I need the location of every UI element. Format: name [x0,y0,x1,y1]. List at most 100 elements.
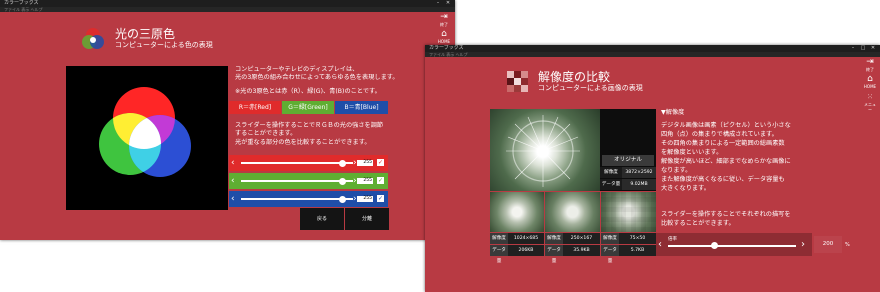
thumb1-size-value: 206KB [508,245,544,256]
left-instruction-2: することができます。 [235,130,297,137]
zoom-value-box[interactable]: 200 [814,236,842,253]
grid-menu-icon: ⁙ [867,93,873,101]
home-icon: ⌂ [441,29,447,39]
left-titlebar: カラーブックス – ✕ [0,0,455,7]
red-value[interactable]: 255 [357,160,373,166]
right-page-subtitle: コンピューターによる画像の表現 [538,84,643,92]
left-exit-label: 終了 [440,22,448,27]
red-knob[interactable] [339,159,346,167]
left-home-label: HOME [437,39,451,44]
right-window-title: カラーブックス [429,45,464,51]
body-line-6: なります。 [661,167,692,174]
minimize-icon[interactable]: – [435,0,441,7]
rgb-logo-icon [82,28,104,49]
right-exit-label: 終了 [866,67,874,72]
thumb2-res-value: 250×167 [563,233,600,244]
chip-blue: B＝青[Blue] [335,101,388,114]
right-close-icon[interactable]: ✕ [870,45,876,52]
chip-red: R＝赤[Red] [229,101,281,114]
blue-check-icon[interactable]: ✓ [377,195,384,202]
zoom-decrease-icon[interactable]: ‹ [658,233,662,256]
original-label: オリジナル [602,155,654,166]
color-mix-canvas [66,66,228,210]
thumb2-size-key: データ量 [545,245,563,264]
thumb1-res-value: 1024×685 [508,233,544,244]
thumb-75 [601,192,656,232]
red-slider[interactable]: ‹ › 255 ✓ [229,155,388,171]
right-maximize-icon[interactable]: □ [860,45,866,52]
right-instruction-1: スライダーを操作することでそれぞれの描写を [661,211,791,218]
thumb2-res-key: 解像度 [545,233,563,244]
green-decrease-icon[interactable]: ‹ [231,173,235,189]
left-home-button[interactable]: ⌂ HOME [437,29,451,45]
separate-button[interactable]: 分離 [345,208,389,230]
close-icon[interactable]: ✕ [445,0,451,7]
resolution-logo-icon [507,71,528,92]
dandelion-graphic [506,115,580,187]
zoom-increase-icon[interactable]: › [801,233,805,256]
thumb-1024 [490,192,544,232]
right-exit-button[interactable]: ⇥ 終了 [863,57,877,73]
body-line-8: 大きくなります。 [661,185,710,192]
zoom-value: 200 [822,241,834,247]
green-slider[interactable]: ‹ › 255 ✓ [229,173,388,189]
left-window-title: カラーブックス [4,0,39,6]
right-minimize-icon[interactable]: – [850,45,856,52]
exit-icon: ⇥ [866,57,874,67]
original-res-value: 3872×2592 [622,167,656,178]
green-knob[interactable] [339,177,346,185]
rgb-venn-diagram [99,87,191,177]
left-exit-button[interactable]: ⇥ 終了 [437,13,451,28]
blue-decrease-icon[interactable]: ‹ [231,191,235,207]
left-menu-text[interactable]: ファイル 表示 ヘルプ [4,7,43,12]
zoom-knob[interactable] [711,242,718,249]
right-menubar: ファイル 表示 ヘルプ [425,52,880,57]
left-instruction-3: 光が重なる部分の色を比較することができます。 [235,139,371,146]
body-line-7: また解像度が高くなるに従い、データ容量も [661,176,785,183]
right-home-button[interactable]: ⌂ HOME [863,74,877,90]
thumb3-res-value: 75×50 [619,233,656,244]
left-page-subtitle: コンピューターによる色の表現 [115,41,213,49]
green-value[interactable]: 255 [357,178,373,184]
zoom-slider[interactable]: ‹ 倍率 › [656,233,812,256]
red-track[interactable] [241,162,353,164]
right-menu-text[interactable]: ファイル 表示 ヘルプ [429,52,468,57]
body-line-4: を解像度といいます。 [661,149,723,156]
section-heading: ▼解像度 [661,109,685,116]
original-size-key: データ量 [600,179,622,190]
thumb-250 [545,192,600,232]
green-check-icon[interactable]: ✓ [377,177,384,184]
thumb1-res-key: 解像度 [490,233,508,244]
left-menubar: ファイル 表示 ヘルプ [0,7,455,12]
body-line-5: 解像度が高いほど、細部までなめらかな画像に [661,158,791,165]
thumb3-size-value: 5.7KB [619,245,656,256]
zoom-label: 倍率 [668,237,677,242]
zoom-track[interactable] [668,245,796,247]
original-size-value: 9.02MB [622,179,656,190]
red-decrease-icon[interactable]: ‹ [231,155,235,171]
right-home-label: HOME [863,84,877,89]
body-line-1: デジタル画像は画素（ピクセル）という小さな [661,122,791,129]
thumb3-size-key: データ量 [601,245,619,264]
blue-track[interactable] [241,198,353,200]
right-menu-label: メニュー [864,102,876,112]
reset-button[interactable]: 戻る [300,208,344,230]
blue-slider[interactable]: ‹ › 255 ✓ [229,191,388,207]
home-icon: ⌂ [867,74,873,84]
right-page-title: 解像度の比較 [538,70,611,84]
right-instruction-2: 比較することができます。 [661,220,735,227]
right-menu-button[interactable]: ⁙ メニュー [863,93,877,112]
zoom-unit: % [845,242,850,248]
original-photo [490,109,600,191]
left-page-title: 光の三原色 [115,27,176,41]
right-titlebar: カラーブックス – □ ✕ [425,45,880,52]
body-line-2: 四角（点）の集まりで構成されています。 [661,131,778,138]
green-track[interactable] [241,180,353,182]
red-check-icon[interactable]: ✓ [377,159,384,166]
left-primaries-note: ※光の3原色とは赤（R）、緑(G)、青(B)のことです。 [235,88,381,95]
thumb2-size-value: 35.9KB [563,245,600,256]
blue-knob[interactable] [339,195,346,203]
blue-value[interactable]: 255 [357,196,373,202]
left-intro-2: 光の3原色の組み合わせによってあらゆる色を表現します。 [235,74,399,81]
thumb1-size-key: データ量 [490,245,508,264]
